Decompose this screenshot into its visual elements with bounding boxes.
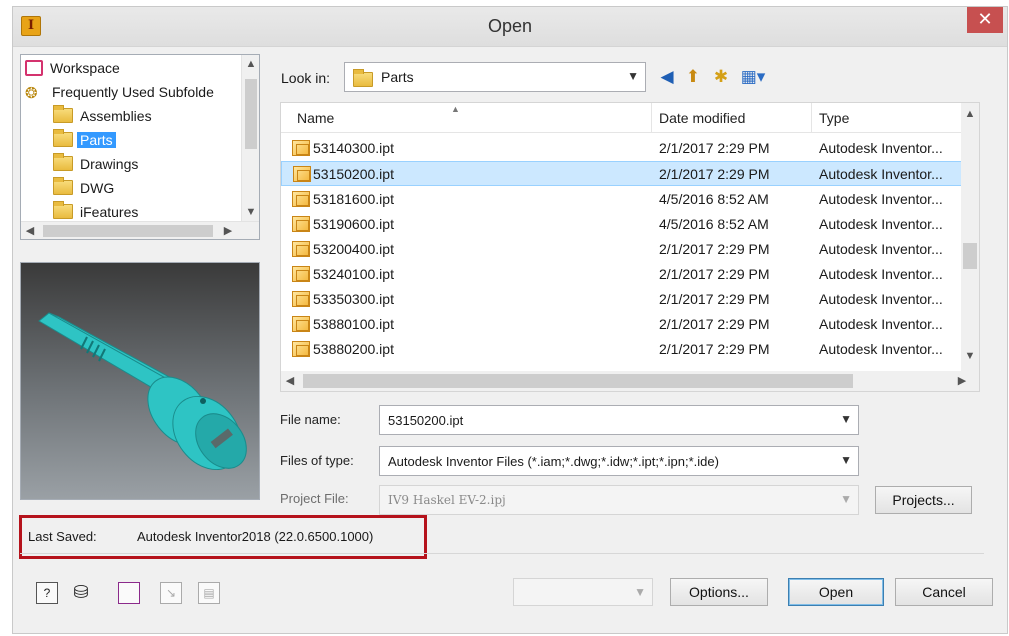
file-row[interactable]: 53880100.ipt 2/1/2017 2:29 PM Autodesk I… bbox=[281, 312, 963, 337]
scroll-thumb[interactable] bbox=[245, 79, 257, 149]
title-bar: I Open ✕ bbox=[13, 7, 1007, 47]
folder-icon bbox=[53, 201, 73, 219]
shaft-part-image bbox=[38, 312, 247, 471]
tree-item-workspace[interactable]: Workspace bbox=[25, 57, 123, 79]
tree-item-dwg[interactable]: DWG bbox=[53, 177, 117, 199]
empty-dropdown: ▼ bbox=[513, 578, 653, 606]
table-icon: ▤ bbox=[198, 582, 220, 604]
new-folder-icon[interactable]: ✱ bbox=[710, 66, 732, 88]
scroll-down-icon[interactable]: ▼ bbox=[242, 203, 260, 221]
options-button[interactable]: Options... bbox=[670, 578, 768, 606]
scroll-right-icon[interactable]: ▶ bbox=[953, 372, 971, 390]
file-row[interactable]: 53140300.ipt 2/1/2017 2:29 PM Autodesk I… bbox=[281, 136, 963, 161]
sort-ascending-icon: ▲ bbox=[451, 104, 460, 114]
scroll-thumb[interactable] bbox=[963, 243, 977, 269]
project-file-dropdown: IV9 Haskel EV-2.ipj ▼ bbox=[379, 485, 859, 515]
file-row[interactable]: 53350300.ipt 2/1/2017 2:29 PM Autodesk I… bbox=[281, 287, 963, 312]
cancel-button[interactable]: Cancel bbox=[895, 578, 993, 606]
part-file-icon bbox=[292, 291, 310, 307]
chevron-down-icon[interactable]: ▼ bbox=[840, 412, 852, 426]
workspace-icon bbox=[25, 60, 43, 76]
up-folder-icon[interactable]: ⬆ bbox=[682, 66, 704, 88]
scroll-up-icon[interactable]: ▲ bbox=[961, 105, 979, 123]
find-binoculars-icon[interactable]: ⛁ bbox=[70, 582, 92, 604]
file-row[interactable]: 53880200.ipt 2/1/2017 2:29 PM Autodesk I… bbox=[281, 337, 963, 362]
part-file-icon bbox=[292, 266, 310, 282]
folder-icon bbox=[353, 69, 373, 87]
file-list-horizontal-scrollbar[interactable]: ◀ ▶ bbox=[281, 371, 979, 391]
scroll-up-icon[interactable]: ▲ bbox=[242, 55, 260, 73]
location-icon: ↘ bbox=[160, 582, 182, 604]
tree-item-parts[interactable]: Parts bbox=[53, 129, 116, 151]
scroll-thumb[interactable] bbox=[303, 374, 853, 388]
divider bbox=[20, 553, 984, 554]
file-name-label: File name: bbox=[280, 412, 341, 427]
look-in-label: Look in: bbox=[281, 70, 331, 86]
scroll-right-icon[interactable]: ▶ bbox=[219, 222, 237, 240]
file-list-header: Name ▲ Date modified Type bbox=[281, 103, 963, 133]
file-name-field[interactable]: 53150200.ipt ▼ bbox=[379, 405, 859, 435]
file-row[interactable]: 53190600.ipt 4/5/2016 8:52 AM Autodesk I… bbox=[281, 212, 963, 237]
tree-item-assemblies[interactable]: Assemblies bbox=[53, 105, 155, 127]
chevron-down-icon: ▼ bbox=[627, 69, 639, 83]
tree-horizontal-scrollbar[interactable]: ◀ ▶ bbox=[21, 221, 259, 239]
part-file-icon bbox=[292, 316, 310, 332]
file-row[interactable]: 53200400.ipt 2/1/2017 2:29 PM Autodesk I… bbox=[281, 237, 963, 262]
file-list-vertical-scrollbar[interactable]: ▲ ▼ bbox=[961, 103, 979, 373]
look-in-dropdown[interactable]: Parts ▼ bbox=[344, 62, 646, 92]
folder-icon bbox=[53, 177, 73, 195]
back-icon[interactable]: ◀ bbox=[656, 66, 678, 88]
part-file-icon bbox=[292, 140, 310, 156]
scroll-thumb[interactable] bbox=[43, 225, 213, 237]
dialog-title: Open bbox=[487, 16, 533, 36]
chevron-down-icon: ▼ bbox=[840, 492, 852, 506]
projects-button[interactable]: Projects... bbox=[875, 486, 972, 514]
new-file-icon[interactable] bbox=[118, 582, 140, 604]
open-button[interactable]: Open bbox=[788, 578, 884, 606]
tree-item-frequently-used[interactable]: ❂ Frequently Used Subfolde bbox=[25, 81, 217, 103]
chevron-down-icon: ▼ bbox=[634, 585, 646, 599]
tree-item-ifeatures[interactable]: iFeatures bbox=[53, 201, 141, 221]
files-of-type-value: Autodesk Inventor Files (*.iam;*.dwg;*.i… bbox=[388, 454, 719, 469]
column-name[interactable]: Name bbox=[297, 110, 334, 126]
folder-icon bbox=[53, 153, 73, 171]
part-file-icon bbox=[292, 216, 310, 232]
chevron-down-icon: ▼ bbox=[840, 453, 852, 467]
file-list[interactable]: Name ▲ Date modified Type 53140300.ipt 2… bbox=[280, 102, 980, 392]
last-saved-label: Last Saved: bbox=[28, 529, 97, 544]
tree-item-drawings[interactable]: Drawings bbox=[53, 153, 141, 175]
look-in-value: Parts bbox=[381, 69, 414, 85]
part-file-icon bbox=[292, 341, 310, 357]
project-file-label: Project File: bbox=[280, 491, 349, 506]
folder-icon bbox=[53, 129, 73, 147]
part-preview bbox=[20, 262, 260, 500]
help-icon[interactable]: ? bbox=[36, 582, 58, 604]
favorites-icon: ❂ bbox=[25, 85, 38, 102]
project-file-value: IV9 Haskel EV-2.ipj bbox=[388, 493, 506, 507]
column-type[interactable]: Type bbox=[819, 110, 849, 126]
scroll-left-icon[interactable]: ◀ bbox=[21, 222, 39, 240]
tree-vertical-scrollbar[interactable]: ▲ ▼ bbox=[241, 55, 259, 221]
part-file-icon bbox=[292, 191, 310, 207]
view-menu-icon[interactable]: ▦▾ bbox=[738, 66, 768, 88]
scroll-left-icon[interactable]: ◀ bbox=[281, 372, 299, 390]
file-row[interactable]: 53240100.ipt 2/1/2017 2:29 PM Autodesk I… bbox=[281, 262, 963, 287]
file-row[interactable]: 53181600.ipt 4/5/2016 8:52 AM Autodesk I… bbox=[281, 187, 963, 212]
part-file-icon bbox=[292, 241, 310, 257]
file-row-selected[interactable]: 53150200.ipt 2/1/2017 2:29 PM Autodesk I… bbox=[281, 161, 963, 186]
column-date-modified[interactable]: Date modified bbox=[659, 110, 745, 126]
workspace-tree[interactable]: Workspace ❂ Frequently Used Subfolde Asse… bbox=[20, 54, 260, 240]
close-button[interactable]: ✕ bbox=[967, 7, 1003, 33]
folder-icon bbox=[53, 105, 73, 123]
last-saved-value: Autodesk Inventor2018 (22.0.6500.1000) bbox=[137, 529, 374, 544]
file-name-value: 53150200.ipt bbox=[388, 413, 464, 428]
part-file-icon bbox=[293, 166, 311, 182]
files-of-type-dropdown[interactable]: Autodesk Inventor Files (*.iam;*.dwg;*.i… bbox=[379, 446, 859, 476]
scroll-down-icon[interactable]: ▼ bbox=[961, 347, 979, 365]
files-of-type-label: Files of type: bbox=[280, 453, 354, 468]
